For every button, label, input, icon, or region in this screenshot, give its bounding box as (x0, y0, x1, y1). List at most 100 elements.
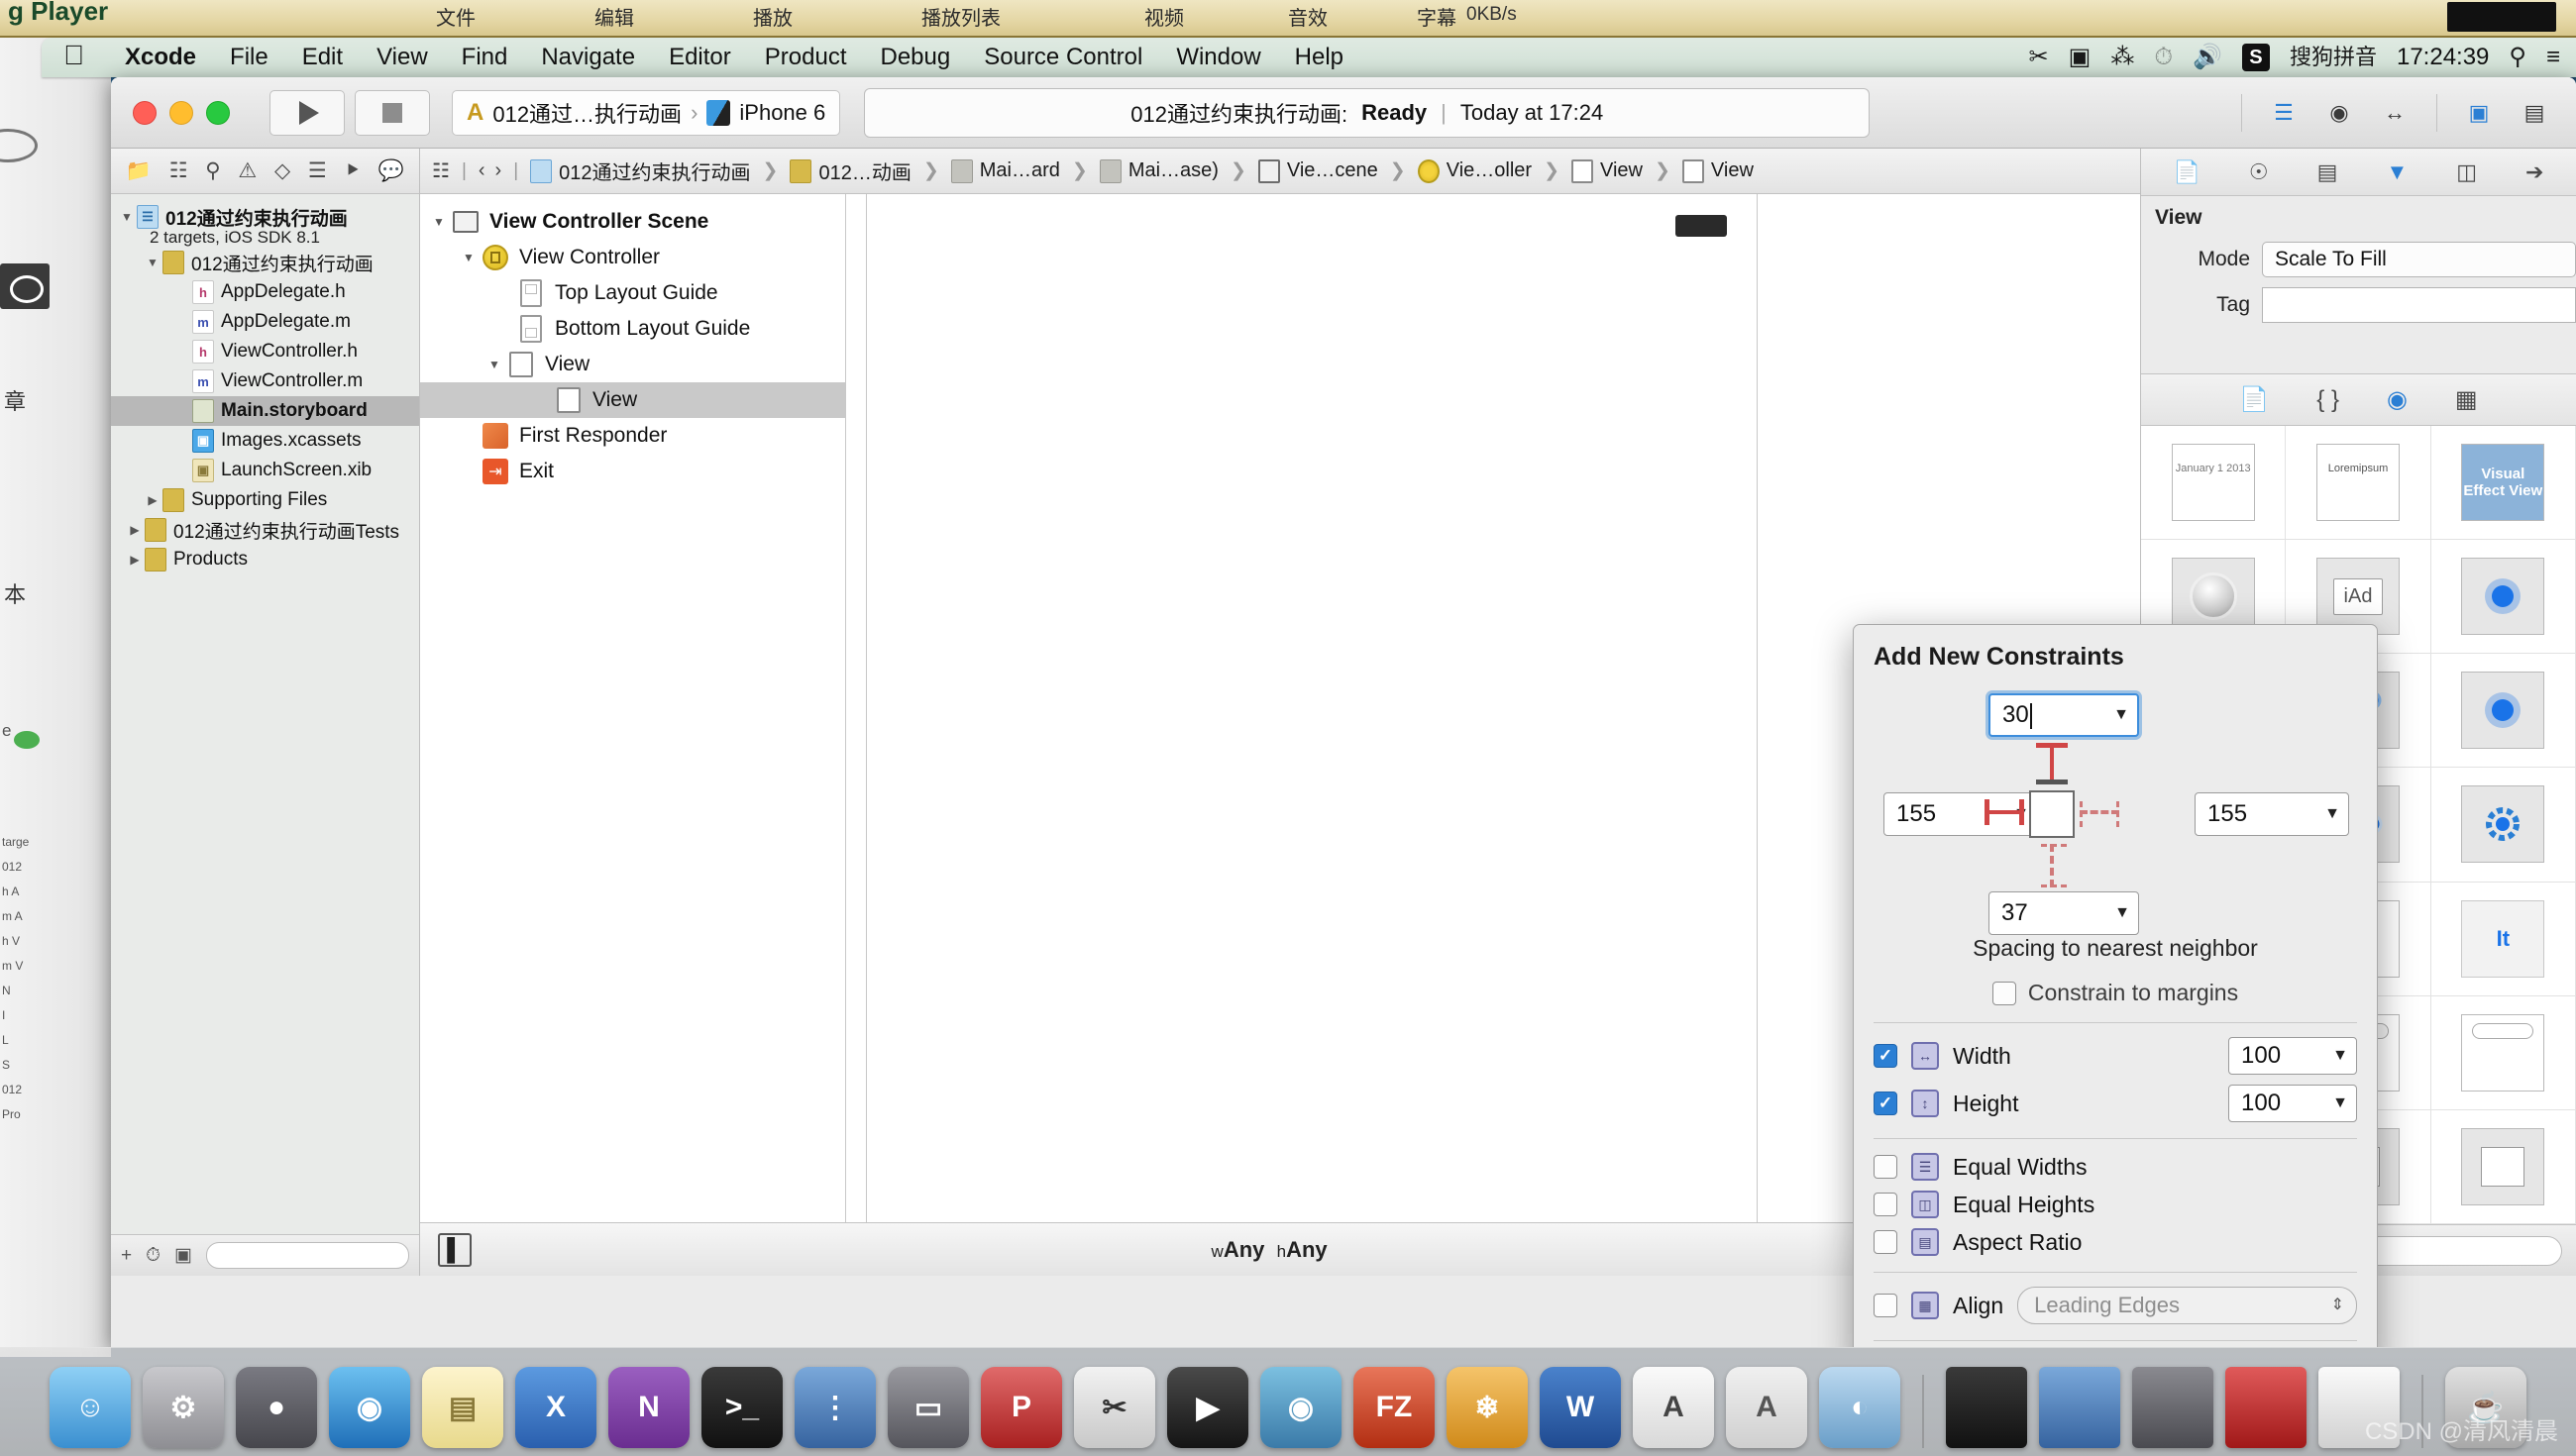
twisty-open-icon[interactable]: ▼ (426, 215, 452, 229)
outline-row-first-responder[interactable]: ▶ First Responder (420, 418, 845, 454)
chevron-down-icon[interactable]: ▼ (2332, 1047, 2348, 1065)
menu-item-view[interactable]: View (360, 44, 445, 71)
library-item[interactable] (2430, 1109, 2576, 1224)
file-inspector-icon[interactable]: 📄 (2174, 160, 2200, 183)
apple-logo-icon[interactable]:  (63, 42, 84, 69)
menu-bar-clock[interactable]: 17:24:39 (2397, 44, 2489, 71)
dock-item-safari[interactable]: ◉ (329, 1367, 410, 1448)
leading-constraint-bar[interactable] (1985, 799, 2024, 825)
library-item[interactable] (2430, 995, 2576, 1110)
breadcrumb-base[interactable]: Mai…ase) (1099, 158, 1219, 183)
breadcrumb-project[interactable]: 012通过约束执行动画 (530, 156, 751, 185)
input-method-badge[interactable]: S (2241, 44, 2270, 71)
quick-help-icon[interactable]: ☉ (2249, 160, 2269, 183)
view-navigator-icon[interactable]: ▣ (2455, 94, 2503, 132)
add-icon[interactable]: + (121, 1245, 132, 1267)
library-item[interactable] (2430, 540, 2576, 655)
twisty-open-icon[interactable]: ▼ (456, 251, 482, 264)
related-files-icon[interactable]: ☷ (432, 158, 450, 183)
search-icon[interactable]: ⚲ (2509, 46, 2526, 69)
editor-standard-icon[interactable]: ☰ (2260, 94, 2308, 132)
nav-tab-source-control-icon[interactable]: ☷ (169, 160, 188, 181)
tree-row-appdelegate-m[interactable]: ▶ m AppDelegate.m (111, 307, 419, 337)
outline-row-top-layout-guide[interactable]: ▶ Top Layout Guide (420, 275, 845, 311)
twisty-open-icon[interactable]: ▼ (143, 256, 162, 269)
dock-item-flowers-app[interactable]: ❄ (1447, 1367, 1528, 1448)
dock-item-notes[interactable]: ▤ (422, 1367, 503, 1448)
menu-item-window[interactable]: Window (1159, 44, 1277, 71)
outline-row-view-controller[interactable]: ▼ View Controller (420, 240, 845, 275)
stop-button[interactable] (355, 89, 430, 136)
scissors-icon[interactable]: ✂ (2029, 46, 2049, 69)
file-template-library-icon[interactable]: 📄 (2239, 387, 2269, 412)
breadcrumb-viewcontroller[interactable]: Vie…oller (1417, 158, 1532, 183)
run-button[interactable] (269, 89, 345, 136)
height-value-input[interactable]: 100 ▼ (2228, 1085, 2357, 1122)
editor-version-icon[interactable]: ↔ (2371, 94, 2418, 132)
library-item[interactable]: Loremipsum (2286, 426, 2431, 541)
trailing-spacing-input[interactable]: 155 ▼ (2195, 792, 2349, 836)
screen-record-icon[interactable]: ▣ (2069, 46, 2092, 69)
tree-row-main-storyboard[interactable]: ▶ Main.storyboard (111, 396, 419, 426)
height-constraint-row[interactable]: ✓ ↕ Height 100 ▼ (1874, 1085, 2357, 1122)
dock-stack-downloads[interactable] (1946, 1367, 2027, 1448)
library-item[interactable]: January 1 2013 (2141, 426, 2287, 541)
menu-item-debug[interactable]: Debug (864, 44, 968, 71)
size-inspector-icon[interactable]: ◫ (2456, 160, 2477, 183)
tree-row-images-xcassets[interactable]: ▶ ▣ Images.xcassets (111, 426, 419, 456)
twisty-closed-icon[interactable]: ▶ (143, 493, 162, 507)
size-class-label[interactable]: wAny hAny (1212, 1237, 1328, 1263)
minimize-button[interactable] (169, 100, 193, 125)
twisty-open-icon[interactable]: ▼ (482, 358, 507, 371)
forward-button[interactable]: › (495, 159, 502, 182)
nav-tab-report-icon[interactable]: 💬 (378, 160, 404, 181)
chevron-down-icon[interactable]: ▼ (2113, 706, 2129, 724)
twisty-closed-icon[interactable]: ▶ (125, 553, 145, 567)
input-method-label[interactable]: 搜狗拼音 (2290, 47, 2377, 68)
leading-spacing-input[interactable]: 155 ▼ (1883, 792, 2038, 836)
nav-tab-test-icon[interactable]: ◇ (274, 160, 290, 181)
dock-item-scissors-app[interactable]: ✂ (1074, 1367, 1155, 1448)
aspect-ratio-row[interactable]: ▤ Aspect Ratio (1874, 1228, 2357, 1256)
dock-item-word[interactable]: W (1540, 1367, 1621, 1448)
breadcrumb-storyboard[interactable]: Mai…ard (950, 158, 1060, 183)
equal-widths-row[interactable]: ☰ Equal Widths (1874, 1153, 2357, 1181)
breadcrumb-group[interactable]: 012…动画 (790, 156, 912, 185)
tree-row-appdelegate-h[interactable]: ▶ h AppDelegate.h (111, 277, 419, 307)
tree-row-launchscreen-xib[interactable]: ▶ ▣ LaunchScreen.xib (111, 456, 419, 485)
equal-widths-checkbox[interactable] (1874, 1155, 1897, 1179)
tree-row-products[interactable]: ▶ Products (111, 545, 419, 574)
dock-item-recorder[interactable]: ◉ (1260, 1367, 1342, 1448)
recent-icon[interactable]: ⏱ (146, 1245, 161, 1267)
dock-item-preview[interactable]: ◐ (1819, 1367, 1900, 1448)
view-utilities-icon[interactable]: ▤ (2511, 94, 2558, 132)
tree-row-tests[interactable]: ▶ 012通过约束执行动画Tests (111, 515, 419, 545)
dock-item-filezilla[interactable]: FZ (1353, 1367, 1435, 1448)
filter-field[interactable] (205, 1242, 409, 1269)
dock-item-textedit[interactable]: A (1633, 1367, 1714, 1448)
dock-stack-video[interactable] (2225, 1367, 2307, 1448)
align-row[interactable]: ▦ Align Leading Edges ⇕ (1874, 1287, 2357, 1324)
scheme-selector[interactable]: A 012通过…执行动画 › iPhone 6 (452, 89, 841, 136)
attributes-inspector-icon[interactable]: ▼ (2386, 160, 2408, 183)
dock-item-photoshop[interactable]: P (981, 1367, 1062, 1448)
dock-item-onenote[interactable]: N (608, 1367, 690, 1448)
twisty-closed-icon[interactable]: ▶ (125, 523, 145, 537)
dock-item-instruments[interactable]: ⋮ (795, 1367, 876, 1448)
breadcrumb-scene[interactable]: Vie…cene (1257, 158, 1378, 183)
aspect-ratio-checkbox[interactable] (1874, 1230, 1897, 1254)
library-item[interactable]: It (2430, 882, 2576, 996)
mode-popup-button[interactable]: Scale To Fill (2262, 242, 2576, 277)
identity-inspector-icon[interactable]: ▤ (2317, 160, 2338, 183)
trailing-constraint-bar[interactable] (2080, 801, 2119, 827)
dock-item-launchpad[interactable]: ● (236, 1367, 317, 1448)
breadcrumb-view-inner[interactable]: View (1681, 158, 1754, 183)
back-button[interactable]: ‹ (479, 159, 485, 182)
dock-item-finder[interactable]: ☺ (50, 1367, 131, 1448)
chevron-down-icon[interactable]: ▼ (2324, 805, 2340, 823)
outline-row-view-outer[interactable]: ▼ View (420, 347, 845, 382)
equal-heights-row[interactable]: ◫ Equal Heights (1874, 1191, 2357, 1218)
library-item[interactable] (2430, 654, 2576, 769)
dock-item-terminal[interactable]: >_ (701, 1367, 783, 1448)
menu-item-help[interactable]: Help (1278, 44, 1360, 71)
